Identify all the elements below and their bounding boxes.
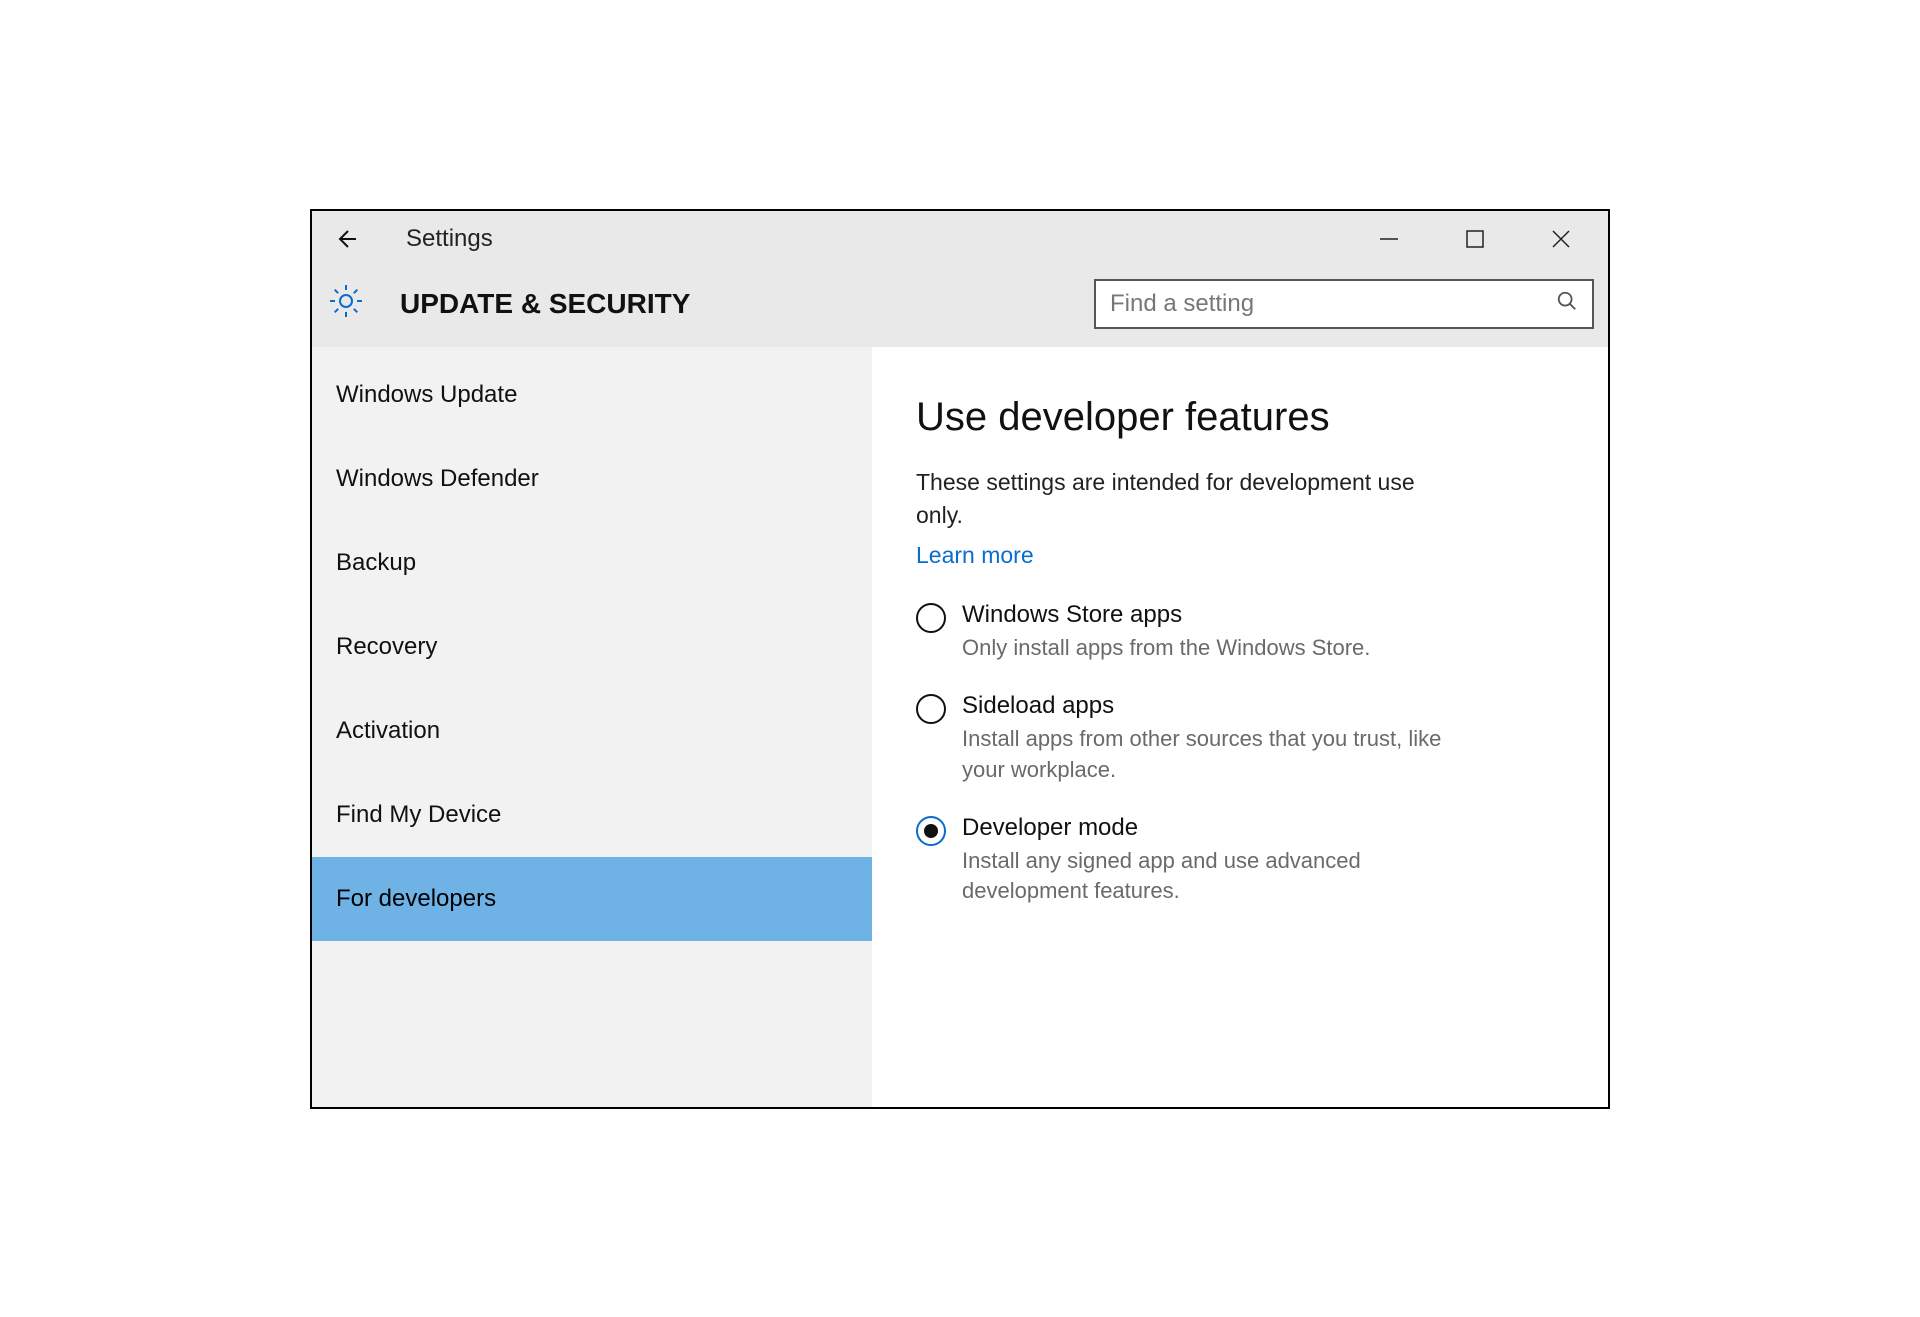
sidebar-item-find-my-device[interactable]: Find My Device: [312, 773, 872, 857]
radio-icon: [916, 816, 946, 846]
close-button[interactable]: [1538, 219, 1584, 259]
body: Windows Update Windows Defender Backup R…: [312, 347, 1608, 1107]
content-subtext: These settings are intended for developm…: [916, 466, 1446, 533]
headerbar: UPDATE & SECURITY: [312, 267, 1608, 347]
sidebar-item-label: Activation: [336, 717, 440, 745]
search-icon: [1556, 290, 1578, 317]
learn-more-link[interactable]: Learn more: [916, 542, 1034, 569]
search-input[interactable]: [1110, 290, 1556, 318]
radio-description: Install apps from other sources that you…: [962, 724, 1482, 786]
radio-texts: Windows Store apps Only install apps fro…: [962, 601, 1370, 664]
minimize-icon: [1378, 228, 1400, 250]
radio-description: Install any signed app and use advanced …: [962, 846, 1482, 908]
back-button[interactable]: [326, 219, 366, 259]
content: Use developer features These settings ar…: [872, 347, 1608, 1107]
sidebar-item-backup[interactable]: Backup: [312, 521, 872, 605]
radio-icon: [916, 694, 946, 724]
sidebar-item-recovery[interactable]: Recovery: [312, 605, 872, 689]
window-controls: [1366, 211, 1602, 267]
sidebar: Windows Update Windows Defender Backup R…: [312, 347, 872, 1107]
radio-description: Only install apps from the Windows Store…: [962, 633, 1370, 664]
close-icon: [1550, 228, 1572, 250]
content-heading: Use developer features: [916, 395, 1564, 440]
radio-icon: [916, 603, 946, 633]
section-title: UPDATE & SECURITY: [400, 288, 690, 320]
sidebar-item-label: For developers: [336, 885, 496, 913]
sidebar-item-windows-defender[interactable]: Windows Defender: [312, 437, 872, 521]
sidebar-item-label: Windows Update: [336, 381, 517, 409]
sidebar-item-activation[interactable]: Activation: [312, 689, 872, 773]
radio-developer-mode[interactable]: Developer mode Install any signed app an…: [916, 814, 1564, 908]
sidebar-item-label: Backup: [336, 549, 416, 577]
radio-texts: Developer mode Install any signed app an…: [962, 814, 1482, 908]
sidebar-item-windows-update[interactable]: Windows Update: [312, 353, 872, 437]
radio-label: Windows Store apps: [962, 601, 1370, 629]
radio-texts: Sideload apps Install apps from other so…: [962, 692, 1482, 786]
window-title: Settings: [406, 225, 493, 253]
minimize-button[interactable]: [1366, 219, 1412, 259]
maximize-button[interactable]: [1452, 219, 1498, 259]
radio-dot-icon: [924, 824, 938, 838]
sidebar-item-for-developers[interactable]: For developers: [312, 857, 872, 941]
search-box[interactable]: [1094, 279, 1594, 329]
arrow-left-icon: [334, 227, 358, 251]
sidebar-item-label: Windows Defender: [336, 465, 539, 493]
titlebar: Settings: [312, 211, 1608, 267]
radio-sideload-apps[interactable]: Sideload apps Install apps from other so…: [916, 692, 1564, 786]
sidebar-item-label: Recovery: [336, 633, 437, 661]
sidebar-item-label: Find My Device: [336, 801, 501, 829]
maximize-icon: [1465, 229, 1485, 249]
radio-label: Sideload apps: [962, 692, 1482, 720]
settings-window: Settings UPDATE & SECURITY: [310, 209, 1610, 1109]
radio-windows-store-apps[interactable]: Windows Store apps Only install apps fro…: [916, 601, 1564, 664]
developer-features-radio-group: Windows Store apps Only install apps fro…: [916, 601, 1564, 907]
gear-icon: [326, 281, 366, 326]
radio-label: Developer mode: [962, 814, 1482, 842]
